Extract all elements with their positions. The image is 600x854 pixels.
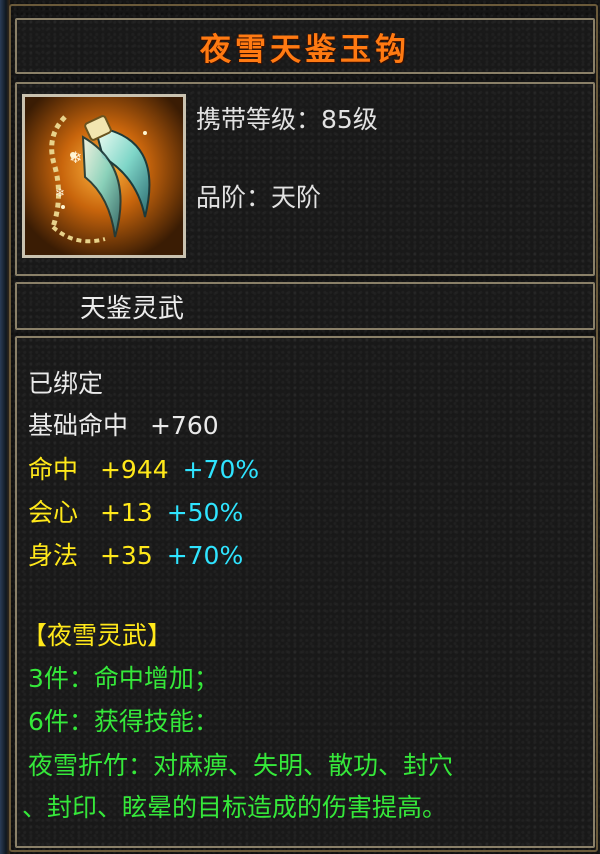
stat-bonus: +50% — [166, 498, 244, 527]
svg-text:❄: ❄ — [55, 186, 65, 200]
stat-value: +760 — [149, 411, 219, 440]
stat-label: 基础命中 — [28, 411, 129, 440]
carry-level: 携带等级：85级 — [196, 105, 378, 134]
set-name: 【夜雪灵武】 — [22, 621, 173, 650]
item-name: 夜雪天鉴玉钩 — [200, 31, 410, 68]
jade-hook-weapon-icon: ❄ ❄ — [25, 97, 183, 255]
set-bonus-3: 3件：命中增加； — [28, 664, 219, 693]
stat-hit: 命中 +944 +70% — [28, 450, 259, 486]
stat-bonus: +70% — [182, 455, 260, 484]
set-skill-line-1: 夜雪折竹：对麻痹、失明、散功、封穴 — [28, 751, 454, 780]
stat-value: +944 — [99, 455, 169, 484]
stat-label: 命中 — [28, 455, 79, 484]
stat-crit: 会心 +13 +50% — [28, 493, 243, 529]
stat-label: 会心 — [28, 498, 79, 527]
item-tooltip: 夜雪天鉴玉钩 ❄ ❄ 携带等级：85级 品阶：天阶 天鉴灵武 已绑定 基础命中 … — [0, 0, 600, 854]
stat-bonus: +70% — [166, 541, 244, 570]
title-panel: 夜雪天鉴玉钩 — [15, 18, 595, 74]
item-grade: 品阶：天阶 — [196, 183, 322, 212]
stat-value: +13 — [99, 498, 153, 527]
stat-label: 身法 — [28, 541, 79, 570]
stat-agility: 身法 +35 +70% — [28, 536, 243, 572]
item-icon-slot[interactable]: ❄ ❄ — [22, 94, 186, 258]
bound-status: 已绑定 — [28, 369, 104, 398]
set-bonus-6: 6件：获得技能： — [28, 707, 219, 736]
item-category: 天鉴灵武 — [80, 294, 185, 324]
set-skill-line-2: 、封印、眩晕的目标造成的伤害提高。 — [22, 793, 448, 822]
stat-value: +35 — [99, 541, 153, 570]
svg-text:❄: ❄ — [69, 148, 82, 167]
stat-base-hit: 基础命中 +760 — [28, 406, 219, 442]
